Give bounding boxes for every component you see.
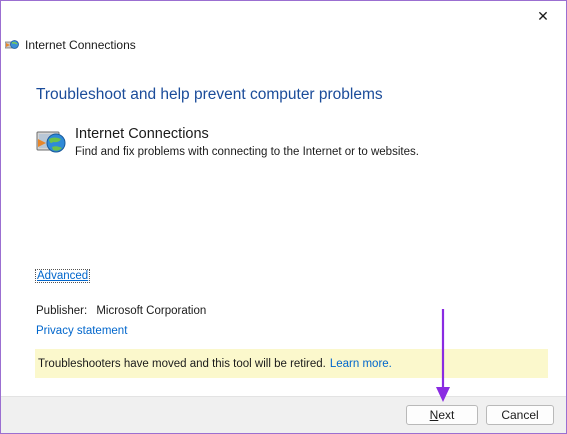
window-header: Internet Connections: [5, 37, 136, 53]
cancel-button-label: Cancel: [501, 408, 539, 422]
troubleshooter-item[interactable]: Internet Connections Find and fix proble…: [36, 126, 419, 159]
notice-text: Troubleshooters have moved and this tool…: [38, 357, 326, 370]
retirement-notice: Troubleshooters have moved and this tool…: [35, 349, 548, 378]
title-bar[interactable]: ✕: [1, 1, 566, 35]
troubleshooter-window: ✕ Internet Connections Troubleshoot and …: [0, 0, 567, 434]
publisher-value: Microsoft Corporation: [96, 305, 207, 317]
page-heading: Troubleshoot and help prevent computer p…: [36, 86, 383, 103]
button-bar: Next Cancel: [1, 396, 566, 433]
next-button[interactable]: Next: [406, 405, 478, 425]
publisher-info: Publisher: Microsoft Corporation: [36, 305, 206, 317]
next-button-label: Next: [430, 408, 455, 422]
privacy-statement-link[interactable]: Privacy statement: [36, 325, 127, 337]
close-button[interactable]: ✕: [520, 1, 566, 31]
troubleshooter-name: Internet Connections: [75, 126, 209, 142]
annotation-arrow-icon: [436, 309, 450, 402]
troubleshooter-description: Find and fix problems with connecting to…: [75, 146, 419, 158]
advanced-link[interactable]: Advanced: [35, 269, 91, 283]
next-rest: ext: [438, 408, 455, 422]
internet-connections-small-icon: [5, 40, 19, 49]
window-title: Internet Connections: [25, 38, 136, 52]
publisher-label: Publisher:: [36, 305, 88, 317]
learn-more-link[interactable]: Learn more.: [330, 358, 392, 370]
internet-connections-icon: [36, 131, 66, 153]
close-icon: ✕: [537, 7, 549, 24]
cancel-button[interactable]: Cancel: [486, 405, 554, 425]
